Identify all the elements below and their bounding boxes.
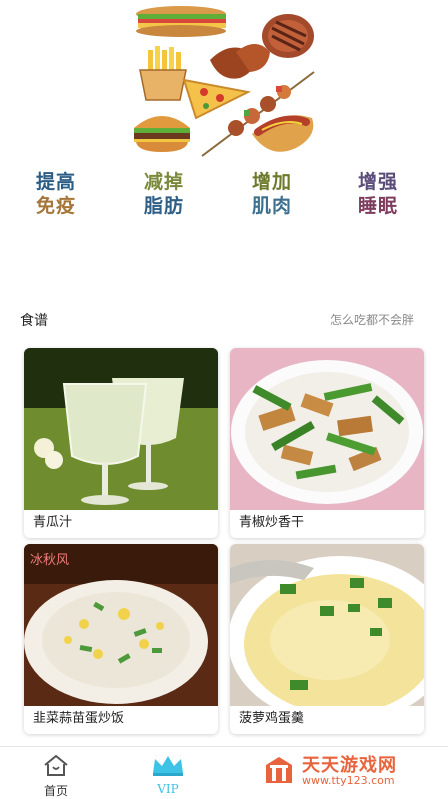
goal-sleep-line1: 增强 bbox=[357, 171, 398, 193]
recipe-card-cucumber-juice[interactable]: 青瓜汁 bbox=[24, 348, 218, 538]
hotdog-icon bbox=[252, 115, 314, 152]
crown-icon bbox=[153, 756, 183, 776]
section-title: 食谱 bbox=[20, 313, 48, 329]
goal-immunity-line2: 免疫 bbox=[35, 195, 76, 217]
pepper-tofu-photo bbox=[230, 348, 424, 510]
sandwich-icon bbox=[136, 6, 226, 37]
goal-muscle[interactable]: 增加 肌肉 bbox=[232, 170, 312, 218]
tab-home[interactable]: 首页 bbox=[26, 753, 86, 799]
goal-muscle-line1: 增加 bbox=[251, 171, 292, 193]
watermark-url: www.tty123.com bbox=[302, 774, 395, 787]
steamed-egg-photo bbox=[230, 544, 424, 706]
goal-fat-loss-line2: 脂肪 bbox=[143, 195, 184, 217]
watermark-logo-icon bbox=[266, 757, 292, 783]
goal-sleep[interactable]: 增强 睡眠 bbox=[338, 170, 418, 218]
site-watermark: 天天游戏网 www.tty123.com bbox=[258, 750, 448, 790]
tab-vip-label: VIP bbox=[157, 782, 179, 796]
goal-fat-loss[interactable]: 减掉 脂肪 bbox=[124, 170, 204, 218]
cucumber-juice-photo bbox=[24, 348, 218, 510]
goal-immunity[interactable]: 提高 免疫 bbox=[16, 170, 96, 218]
tab-home-label: 首页 bbox=[43, 784, 68, 798]
recipe-name: 韭菜蒜苗蛋炒饭 bbox=[33, 711, 125, 726]
recipe-name: 青椒炒香干 bbox=[239, 515, 305, 530]
fried-rice-photo: 冰秋风 bbox=[24, 544, 218, 706]
section-subtitle-link[interactable]: 怎么吃都不会胖 bbox=[330, 311, 414, 328]
steak-icon bbox=[262, 14, 314, 58]
home-icon bbox=[44, 754, 68, 776]
goal-sleep-line2: 睡眠 bbox=[357, 195, 398, 217]
photo-watermark: 冰秋风 bbox=[30, 553, 69, 568]
recipe-card-fried-rice[interactable]: 冰秋风 韭菜蒜苗蛋炒饭 bbox=[24, 544, 218, 734]
tab-vip[interactable]: VIP bbox=[138, 753, 198, 796]
chicken-wing-icon bbox=[210, 44, 270, 79]
goal-shortcuts: 提高 免疫 减掉 脂肪 增加 肌肉 增强 睡眠 bbox=[0, 170, 448, 230]
food-illustration bbox=[134, 6, 315, 157]
recipe-card-pepper-tofu[interactable]: 青椒炒香干 bbox=[230, 348, 424, 538]
pizza-slice-icon bbox=[182, 78, 252, 120]
recipe-name: 青瓜汁 bbox=[33, 515, 73, 530]
burger-icon bbox=[134, 116, 190, 152]
fries-icon bbox=[139, 46, 187, 101]
goal-fat-loss-line1: 减掉 bbox=[143, 171, 184, 193]
recipe-section-header: 食谱 怎么吃都不会胖 bbox=[0, 308, 448, 332]
recipe-card-steamed-egg[interactable]: 菠萝鸡蛋羹 bbox=[230, 544, 424, 734]
recipe-name: 菠萝鸡蛋羹 bbox=[239, 711, 305, 726]
goal-muscle-line2: 肌肉 bbox=[251, 195, 292, 217]
goal-immunity-line1: 提高 bbox=[35, 171, 76, 193]
